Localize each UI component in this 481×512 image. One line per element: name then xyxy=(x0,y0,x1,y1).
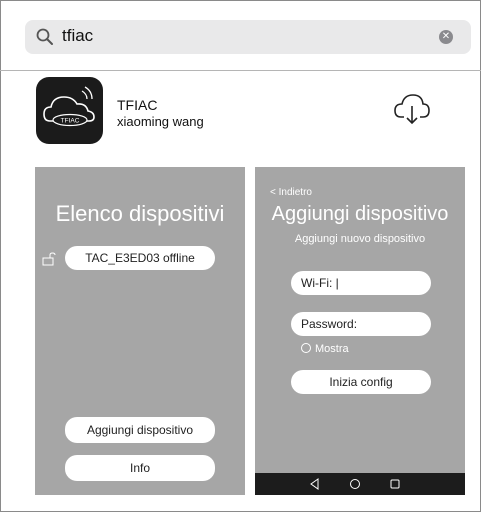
divider xyxy=(0,70,481,71)
screenshot-add-device[interactable]: < Indietro Aggiungi dispositivo Aggiungi… xyxy=(255,167,465,495)
screen-title: Aggiungi dispositivo xyxy=(271,203,449,225)
info-button[interactable]: Info xyxy=(65,455,215,481)
search-bar[interactable]: tfiac ✕ xyxy=(25,20,471,54)
app-icon[interactable]: TFIAC xyxy=(36,77,103,144)
show-password-radio[interactable]: Mostra xyxy=(301,343,349,355)
android-nav-bar xyxy=(255,473,465,495)
add-device-button[interactable]: Aggiungi dispositivo xyxy=(65,417,215,443)
clear-icon[interactable]: ✕ xyxy=(439,30,453,44)
screen-title: Elenco dispositivi xyxy=(55,201,225,226)
search-icon xyxy=(36,28,53,45)
start-config-button[interactable]: Inizia config xyxy=(291,370,431,394)
back-triangle-icon[interactable] xyxy=(310,478,320,490)
unlock-icon xyxy=(42,252,56,266)
show-label: Mostra xyxy=(315,343,349,355)
home-circle-icon[interactable] xyxy=(349,478,361,490)
cloud-download-icon[interactable] xyxy=(392,90,432,126)
app-name: TFIAC xyxy=(117,97,158,113)
back-link[interactable]: < Indietro xyxy=(270,187,312,198)
screen-subtitle: Aggiungi nuovo dispositivo xyxy=(294,233,426,245)
app-developer: xiaoming wang xyxy=(117,114,204,129)
recents-square-icon[interactable] xyxy=(389,478,401,490)
device-item[interactable]: TAC_E3ED03 offline xyxy=(65,246,215,270)
svg-text:TFIAC: TFIAC xyxy=(61,118,80,125)
password-field[interactable]: Password: xyxy=(291,312,431,336)
screenshot-device-list[interactable]: Elenco dispositivi TAC_E3ED03 offline Ag… xyxy=(35,167,245,495)
radio-icon[interactable] xyxy=(301,343,311,353)
wifi-field[interactable]: Wi-Fi: | xyxy=(291,271,431,295)
cloud-logo-icon: TFIAC xyxy=(43,86,95,127)
search-input[interactable]: tfiac xyxy=(62,26,93,46)
